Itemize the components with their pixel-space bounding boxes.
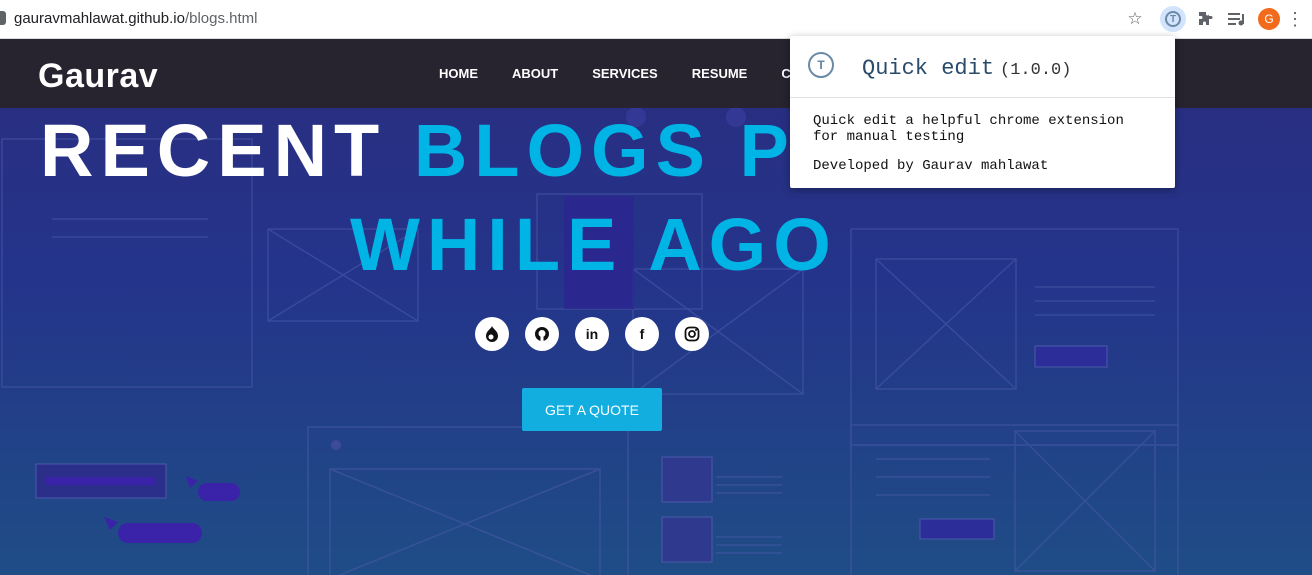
media-queue-icon[interactable] (1224, 6, 1250, 32)
popup-header: T Quick edit (1.0.0) (790, 36, 1175, 98)
social-links: in f (475, 317, 725, 351)
popup-version: (1.0.0) (1000, 61, 1072, 80)
site-brand[interactable]: Gaurav (38, 57, 158, 96)
nav-menu: HOME ABOUT SERVICES RESUME CON (439, 66, 844, 81)
kebab-menu-icon[interactable]: ⋮ (1282, 6, 1308, 32)
nav-resume[interactable]: RESUME (692, 66, 748, 81)
address-bar[interactable]: gauravmahlawat.github.io/blogs.html (0, 10, 258, 27)
hero-title-line2: WHILE AGO (350, 203, 838, 286)
nav-about[interactable]: ABOUT (512, 66, 558, 81)
nav-services[interactable]: SERVICES (592, 66, 658, 81)
popup-title-text: Quick edit (862, 56, 995, 81)
github-icon[interactable] (525, 317, 559, 351)
popup-developer: Developed by Gaurav mahlawat (813, 158, 1049, 174)
facebook-icon[interactable]: f (625, 317, 659, 351)
quick-edit-extension-icon[interactable]: T (1160, 6, 1186, 32)
url-path: /blogs.html (184, 10, 258, 27)
popup-title: Quick edit (1.0.0) (862, 56, 1071, 81)
linkedin-icon[interactable]: in (575, 317, 609, 351)
url-domain: gauravmahlawat.github.io (14, 10, 185, 27)
hero-title-white: RECENT (40, 109, 387, 192)
nav-home[interactable]: HOME (439, 66, 478, 81)
get-quote-button[interactable]: GET A QUOTE (522, 388, 662, 431)
instagram-icon[interactable] (675, 317, 709, 351)
popup-description: Quick edit a helpful chrome extension fo… (813, 113, 1124, 145)
lock-icon[interactable] (0, 11, 6, 25)
quick-edit-logo-icon: T (808, 52, 834, 78)
avatar-initial: G (1258, 8, 1280, 30)
browser-toolbar: gauravmahlawat.github.io/blogs.html ☆ T … (0, 0, 1312, 39)
bookmark-star-icon[interactable]: ☆ (1122, 6, 1148, 32)
extensions-puzzle-icon[interactable] (1192, 6, 1218, 32)
hero-title-line1: RECENT BLOGS PO (40, 108, 860, 193)
drupal-icon[interactable] (475, 317, 509, 351)
profile-avatar[interactable]: G (1256, 6, 1282, 32)
extension-popup: T Quick edit (1.0.0) Quick edit a helpful… (790, 36, 1175, 188)
